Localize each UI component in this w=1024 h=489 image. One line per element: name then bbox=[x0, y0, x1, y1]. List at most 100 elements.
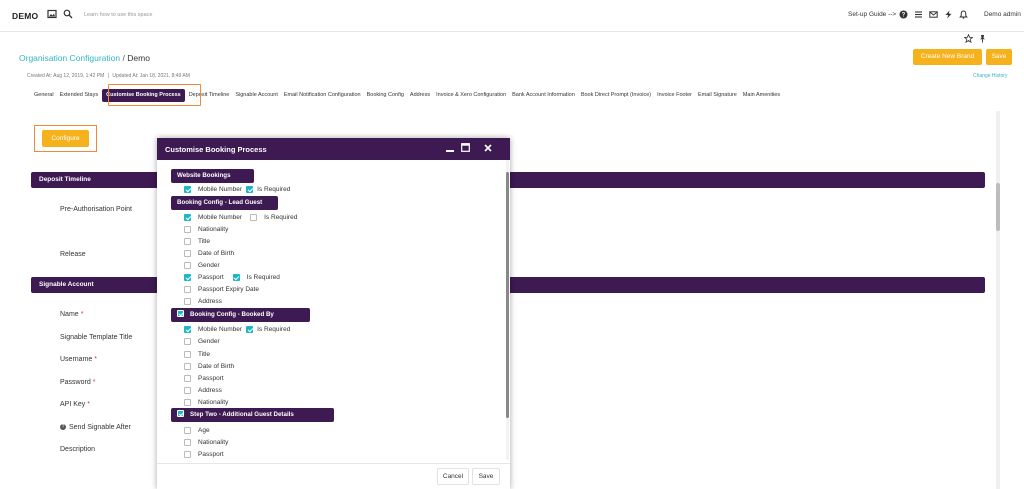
booked-mobile-row: Mobile Number Is Required bbox=[184, 324, 290, 334]
tab-bank-account[interactable]: Bank Account Information bbox=[509, 87, 578, 103]
customise-booking-modal: Customise Booking Process Website Bookin… bbox=[157, 138, 510, 489]
tab-signable-account[interactable]: Signable Account bbox=[232, 87, 281, 103]
booked-nationality-label: Nationality bbox=[198, 398, 229, 406]
modal-scrollbar-thumb[interactable] bbox=[506, 172, 509, 418]
booked-address-label: Address bbox=[198, 386, 222, 394]
active-tab-highlight bbox=[108, 84, 201, 106]
lead-nationality-checkbox[interactable] bbox=[184, 225, 191, 233]
close-icon[interactable] bbox=[484, 144, 492, 152]
tab-invoice-xero[interactable]: Invoice & Xero Configuration bbox=[433, 87, 509, 103]
lead-passport-expiry-checkbox[interactable] bbox=[184, 285, 191, 293]
page-scrollbar-thumb[interactable] bbox=[996, 183, 1000, 231]
guest-nationality-row: Nationality bbox=[184, 437, 228, 447]
required-marker: * bbox=[92, 379, 96, 386]
lead-passport-checkbox[interactable] bbox=[184, 273, 191, 281]
image-icon[interactable] bbox=[47, 9, 57, 19]
help-icon[interactable]: ? bbox=[60, 424, 66, 431]
minimize-icon[interactable] bbox=[446, 145, 454, 153]
tab-email-notification[interactable]: Email Notification Configuration bbox=[281, 87, 364, 103]
create-new-brand-button[interactable]: Create New Brand bbox=[913, 49, 982, 65]
booked-nationality-checkbox[interactable] bbox=[184, 398, 191, 406]
tab-main-amenities[interactable]: Main Amenities bbox=[740, 87, 783, 103]
booked-title-label: Title bbox=[198, 350, 211, 358]
breadcrumb-organisation-link[interactable]: Organisation Configuration bbox=[19, 53, 120, 63]
modal-header: Customise Booking Process bbox=[157, 138, 510, 160]
lightning-icon[interactable] bbox=[944, 10, 953, 19]
guest-age-label: Age bbox=[198, 426, 210, 434]
top-bar: DEMO Learn how to use this space Set-up … bbox=[0, 0, 1024, 32]
booked-by-group-checkbox[interactable] bbox=[177, 309, 184, 317]
website-mobile-checkbox[interactable] bbox=[184, 185, 191, 193]
booked-dob-checkbox[interactable] bbox=[184, 362, 191, 370]
svg-text:?: ? bbox=[902, 13, 906, 19]
maximize-icon[interactable] bbox=[461, 143, 470, 152]
modal-footer: Cancel Save bbox=[157, 463, 510, 489]
booked-title-checkbox[interactable] bbox=[184, 350, 191, 358]
pre-authorisation-point-label: Pre-Authorisation Point bbox=[60, 206, 132, 213]
required-marker: * bbox=[94, 356, 98, 363]
search-input[interactable]: Learn how to use this space bbox=[84, 12, 153, 18]
booked-mobile-checkbox[interactable] bbox=[184, 325, 191, 333]
breadcrumb: Organisation Configuration / Demo bbox=[19, 53, 150, 63]
lead-mobile-checkbox[interactable] bbox=[184, 213, 191, 221]
booked-mobile-required-checkbox[interactable] bbox=[246, 325, 254, 333]
search-icon[interactable] bbox=[63, 9, 73, 19]
tab-email-signature[interactable]: Email Signature bbox=[695, 87, 740, 103]
lead-dob-checkbox[interactable] bbox=[184, 249, 191, 257]
help-icon[interactable]: ? bbox=[899, 10, 908, 19]
booked-address-checkbox[interactable] bbox=[184, 386, 191, 394]
guest-passport-checkbox[interactable] bbox=[184, 450, 191, 458]
bell-icon[interactable] bbox=[959, 10, 968, 19]
configure-button[interactable]: Configure bbox=[42, 130, 89, 147]
lead-title-checkbox[interactable] bbox=[184, 237, 191, 245]
required-marker: * bbox=[80, 311, 84, 318]
setup-guide-link[interactable]: Set-up Guide --> bbox=[848, 11, 896, 18]
release-label: Release bbox=[60, 251, 86, 258]
guest-age-checkbox[interactable] bbox=[184, 426, 191, 434]
lead-title-row: Title bbox=[184, 236, 210, 246]
list-icon[interactable] bbox=[914, 10, 923, 19]
booked-dob-row: Date of Birth bbox=[184, 361, 234, 371]
lead-passport-required-checkbox[interactable] bbox=[232, 273, 240, 281]
tab-book-direct-prompt[interactable]: Book Direct Prompt (Invoice) bbox=[578, 87, 654, 103]
additional-guests-group-checkbox[interactable] bbox=[177, 409, 184, 417]
signable-template-title-label: Signable Template Title bbox=[60, 334, 133, 341]
tab-address[interactable]: Address bbox=[407, 87, 433, 103]
mail-icon[interactable] bbox=[929, 10, 938, 19]
breadcrumb-separator: / bbox=[122, 53, 125, 63]
lead-mobile-required-checkbox[interactable] bbox=[250, 213, 258, 221]
page-scrollbar[interactable] bbox=[996, 111, 1000, 489]
user-menu[interactable]: Demo admin bbox=[984, 11, 1021, 18]
tab-extended-stays[interactable]: Extended Stays bbox=[57, 87, 102, 103]
group-additional-guests: Step Two - Additional Guest Details bbox=[171, 408, 334, 422]
booked-address-row: Address bbox=[184, 385, 222, 395]
lead-address-checkbox[interactable] bbox=[184, 297, 191, 305]
pin-icon[interactable] bbox=[978, 34, 987, 43]
tab-booking-config[interactable]: Booking Config bbox=[364, 87, 407, 103]
required-marker: * bbox=[87, 401, 91, 408]
lead-address-row: Address bbox=[184, 296, 222, 306]
cancel-button[interactable]: Cancel bbox=[437, 468, 469, 485]
lead-dob-label: Date of Birth bbox=[198, 249, 235, 257]
website-mobile-required-checkbox[interactable] bbox=[246, 185, 254, 193]
tab-general[interactable]: General bbox=[31, 87, 57, 103]
booked-passport-checkbox[interactable] bbox=[184, 374, 191, 382]
modal-save-button[interactable]: Save bbox=[472, 468, 500, 485]
app-logo[interactable]: DEMO bbox=[12, 11, 38, 21]
star-icon[interactable] bbox=[963, 33, 974, 44]
booked-mobile-label: Mobile Number bbox=[198, 325, 243, 333]
guest-nationality-checkbox[interactable] bbox=[184, 438, 191, 446]
booked-gender-checkbox[interactable] bbox=[184, 337, 191, 345]
save-button[interactable]: Save bbox=[986, 49, 1012, 65]
lead-gender-checkbox[interactable] bbox=[184, 261, 191, 269]
lead-passport-expiry-label: Passport Expiry Date bbox=[198, 285, 260, 293]
lead-gender-row: Gender bbox=[184, 260, 220, 270]
lead-mobile-label: Mobile Number bbox=[198, 213, 243, 221]
lead-gender-label: Gender bbox=[198, 261, 220, 269]
additional-guests-title: Step Two - Additional Guest Details bbox=[190, 411, 294, 418]
description-label: Description bbox=[60, 446, 96, 453]
change-history-link[interactable]: Change History bbox=[973, 73, 1007, 79]
website-mobile-row: Mobile Number Is Required bbox=[184, 184, 290, 194]
lead-passport-expiry-row: Passport Expiry Date bbox=[184, 284, 259, 294]
tab-invoice-footer[interactable]: Invoice Footer bbox=[654, 87, 695, 103]
